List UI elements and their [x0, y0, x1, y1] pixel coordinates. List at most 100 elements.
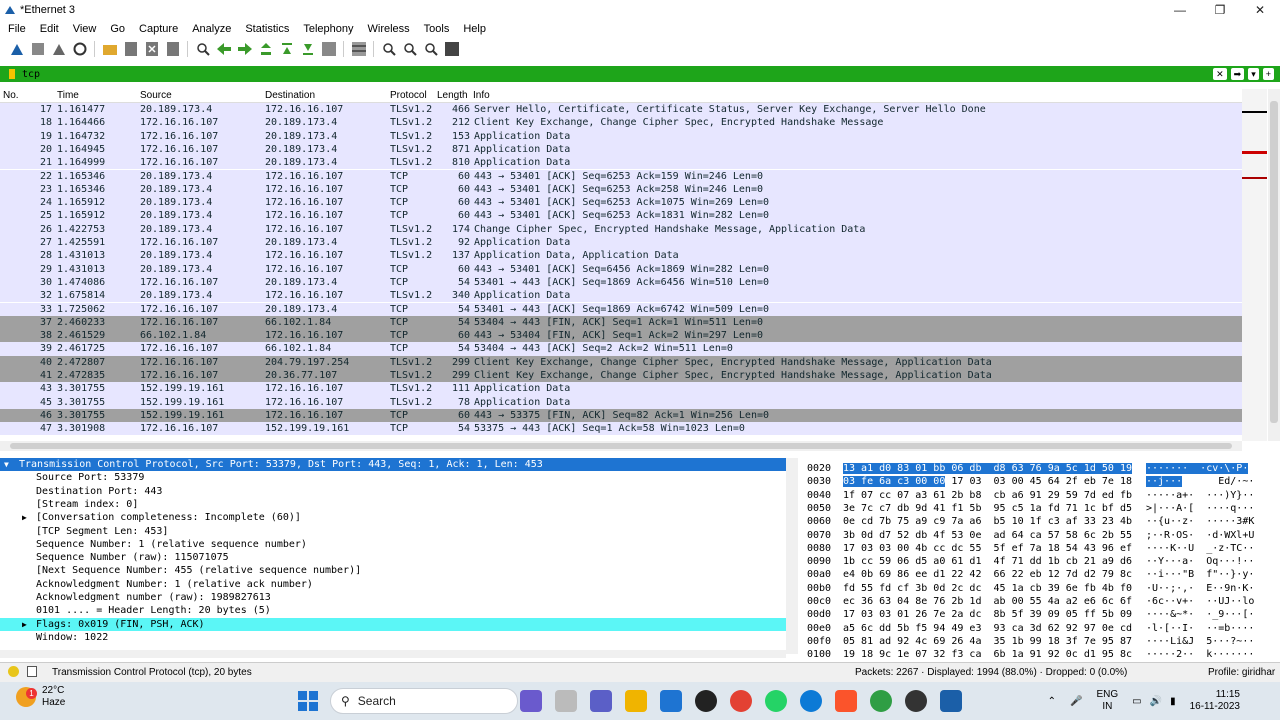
packet-row[interactable]: 25 1.165912 20.189.173.4 172.16.16.107 TCP 60…: [0, 209, 1242, 223]
column-header-length[interactable]: Length: [437, 90, 468, 101]
packet-row[interactable]: 39 2.461725 172.16.16.107 66.102.1.84 TCP 54 5…: [0, 342, 1242, 356]
detail-row[interactable]: Source Port: 53379: [0, 471, 786, 484]
detail-row[interactable]: [Stream index: 0]: [0, 498, 786, 511]
autoscroll-icon[interactable]: [321, 41, 337, 57]
packet-row[interactable]: 41 2.472835 172.16.16.107 20.36.77.107 TLSv1…: [0, 369, 1242, 383]
detail-row[interactable]: Sequence Number: 1 (relative sequence nu…: [0, 538, 786, 551]
zoom-out-icon[interactable]: [402, 41, 418, 57]
save-file-icon[interactable]: [123, 41, 139, 57]
bytes-row[interactable]: 0050 3e 7c c7 db 9d 41 f1 5b 95 c5 1a fd …: [800, 502, 1280, 515]
weather-widget[interactable]: 22°C Haze: [16, 685, 65, 709]
detail-row[interactable]: ▶ [Conversation completeness: Incomplete …: [0, 511, 786, 524]
close-button[interactable]: ✕: [1240, 0, 1280, 20]
menu-capture[interactable]: Capture: [131, 23, 184, 35]
volume-icon[interactable]: 🔊: [1150, 696, 1162, 707]
bytes-row[interactable]: 00b0 fd 55 fd cf 3b 0d 2c dc 45 1a cb 39 …: [800, 582, 1280, 595]
packet-row[interactable]: 32 1.675814 20.189.173.4 172.16.16.107 TLSv1…: [0, 289, 1242, 303]
zoom-reset-icon[interactable]: [423, 41, 439, 57]
packet-row[interactable]: 29 1.431013 20.189.173.4 172.16.16.107 TCP 60…: [0, 262, 1242, 276]
bookmark-icon[interactable]: [9, 69, 15, 79]
menu-statistics[interactable]: Statistics: [237, 23, 295, 35]
show-hidden-icons[interactable]: ⌃: [1048, 696, 1056, 707]
open-file-icon[interactable]: [102, 41, 118, 57]
whatsapp-icon[interactable]: [765, 690, 787, 712]
detail-row[interactable]: Sequence Number (raw): 115071075: [0, 551, 786, 564]
bytes-row[interactable]: 0030 03 fe 6a c3 00 00 17 03 03 00 45 64 …: [800, 475, 1280, 488]
bytes-row[interactable]: 00a0 e4 0b 69 86 ee d1 22 42 66 22 eb 12 …: [800, 568, 1280, 581]
packet-row[interactable]: 47 3.301908 172.16.16.107 152.199.19.161 TCP…: [0, 422, 1242, 436]
detail-row[interactable]: Acknowledgment Number: 1 (relative ack n…: [0, 578, 786, 591]
packet-minimap[interactable]: [1242, 89, 1267, 441]
clear-filter-icon[interactable]: ✕: [1213, 68, 1227, 80]
reload-file-icon[interactable]: [165, 41, 181, 57]
packet-row[interactable]: 45 3.301755 152.199.19.161 172.16.16.107 TLS…: [0, 395, 1242, 409]
display-filter-input[interactable]: tcp: [22, 69, 1192, 80]
column-header-source[interactable]: Source: [140, 90, 172, 101]
store-icon[interactable]: [660, 690, 682, 712]
start-capture-icon[interactable]: [9, 41, 25, 57]
bytes-row[interactable]: 0020 13 a1 d0 83 01 bb 06 db d8 63 76 9a …: [800, 462, 1280, 475]
packet-row[interactable]: 17 1.161477 20.189.173.4 172.16.16.107 TLSv1…: [0, 103, 1242, 117]
bytes-row[interactable]: 00e0 a5 6c dd 5b f5 94 49 e3 93 ca 3d 62 …: [800, 622, 1280, 635]
apply-filter-icon[interactable]: ➡: [1230, 68, 1245, 80]
edge-icon[interactable]: [800, 690, 822, 712]
packet-row[interactable]: 27 1.425591 172.16.16.107 20.189.173.4 TLSv1…: [0, 236, 1242, 250]
detail-row[interactable]: Destination Port: 443: [0, 485, 786, 498]
detail-row[interactable]: Acknowledgment number (raw): 1989827613: [0, 591, 786, 604]
packet-row[interactable]: 18 1.164466 172.16.16.107 20.189.173.4 TLSv1…: [0, 116, 1242, 130]
capture-comment-icon[interactable]: [27, 666, 37, 677]
bytes-row[interactable]: 0080 17 03 03 00 4b cc dc 55 5f ef 7a 18 …: [800, 542, 1280, 555]
column-header-no[interactable]: No.: [3, 90, 19, 101]
menu-view[interactable]: View: [65, 23, 103, 35]
packet-row[interactable]: 33 1.725062 172.16.16.107 20.189.173.4 TCP 54…: [0, 302, 1242, 316]
capture-options-icon[interactable]: [72, 41, 88, 57]
taskbar-search[interactable]: ⚲ Search: [330, 688, 518, 714]
menu-edit[interactable]: Edit: [32, 23, 65, 35]
stop-capture-icon[interactable]: [30, 41, 46, 57]
packet-row[interactable]: 43 3.301755 152.199.19.161 172.16.16.107 TLS…: [0, 382, 1242, 396]
go-forward-icon[interactable]: [237, 41, 253, 57]
column-header-protocol[interactable]: Protocol: [390, 90, 427, 101]
expand-right-icon[interactable]: ▶: [22, 618, 32, 631]
packet-row[interactable]: 26 1.422753 20.189.173.4 172.16.16.107 TLSv1…: [0, 222, 1242, 236]
clock[interactable]: 11:15 16-11-2023: [1190, 689, 1240, 713]
detail-row[interactable]: ▼ Transmission Control Protocol, Src Port…: [0, 458, 786, 472]
packet-row[interactable]: 38 2.461529 66.102.1.84 172.16.16.107 TCP 60 4…: [0, 329, 1242, 343]
chrome-icon[interactable]: [730, 690, 752, 712]
obs-icon[interactable]: [905, 690, 927, 712]
battery-icon[interactable]: ▮: [1170, 696, 1176, 707]
packet-row[interactable]: 30 1.474086 172.16.16.107 20.189.173.4 TCP 54…: [0, 275, 1242, 290]
bytes-row[interactable]: 0100 19 18 9c 1e 07 32 f3 ca 6b 1a 91 92 …: [800, 648, 1280, 658]
detail-row[interactable]: ▶ Flags: 0x019 (FIN, PSH, ACK): [0, 617, 786, 631]
column-header-destination[interactable]: Destination: [265, 90, 315, 101]
dell-icon[interactable]: [695, 690, 717, 712]
detail-row[interactable]: Window: 1022: [0, 631, 786, 644]
chrome-profile-icon[interactable]: [870, 690, 892, 712]
packet-row[interactable]: 20 1.164945 172.16.16.107 20.189.173.4 TLSv1…: [0, 142, 1242, 157]
recent-filters-icon[interactable]: ▾: [1248, 68, 1259, 80]
maximize-button[interactable]: ❐: [1200, 0, 1240, 20]
packet-row[interactable]: 28 1.431013 20.189.173.4 172.16.16.107 TLSv1…: [0, 249, 1242, 263]
menu-file[interactable]: File: [0, 23, 32, 35]
last-packet-icon[interactable]: [300, 41, 316, 57]
packet-row[interactable]: 46 3.301755 152.199.19.161 172.16.16.107 TCP…: [0, 408, 1242, 423]
detail-row[interactable]: 0101 .... = Header Length: 20 bytes (5): [0, 604, 786, 617]
zoom-in-icon[interactable]: [381, 41, 397, 57]
menu-tools[interactable]: Tools: [416, 23, 456, 35]
menu-wireless[interactable]: Wireless: [360, 23, 416, 35]
close-file-icon[interactable]: [144, 41, 160, 57]
colorize-icon[interactable]: [351, 41, 367, 57]
detail-row[interactable]: [Next Sequence Number: 455 (relative seq…: [0, 564, 786, 577]
packet-row[interactable]: 40 2.472807 172.16.16.107 204.79.197.254 TLS…: [0, 355, 1242, 369]
menu-go[interactable]: Go: [102, 23, 131, 35]
packet-row[interactable]: 37 2.460233 172.16.16.107 66.102.1.84 TCP 54 5…: [0, 315, 1242, 330]
detail-row[interactable]: [TCP Segment Len: 453]: [0, 525, 786, 538]
microphone-icon[interactable]: 🎤: [1070, 696, 1082, 707]
packet-list-hscrollbar[interactable]: [0, 441, 1242, 451]
details-hscrollbar[interactable]: [0, 650, 786, 658]
details-scrollbar[interactable]: [786, 458, 798, 654]
language-indicator[interactable]: ENG IN: [1096, 689, 1118, 713]
menu-telephony[interactable]: Telephony: [295, 23, 359, 35]
restart-capture-icon[interactable]: [51, 41, 67, 57]
resize-columns-icon[interactable]: [444, 41, 460, 57]
